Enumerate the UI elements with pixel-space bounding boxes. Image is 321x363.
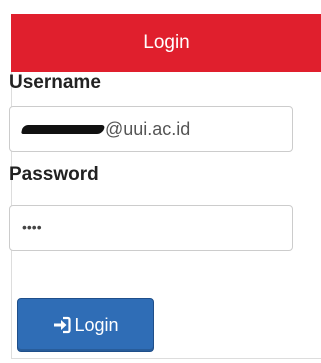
sign-in-icon (52, 315, 72, 335)
username-field[interactable]: @uui.ac.id (9, 106, 293, 152)
login-button-label: Login (74, 314, 119, 335)
login-button[interactable]: Login (17, 298, 154, 352)
password-field[interactable]: •••• (9, 205, 293, 251)
password-label: Password (9, 164, 99, 185)
username-label: Username (9, 72, 101, 93)
redacted-text (21, 124, 105, 134)
username-value: @uui.ac.id (105, 118, 191, 139)
panel-title: Login (11, 14, 321, 72)
password-mask: •••• (22, 219, 42, 235)
